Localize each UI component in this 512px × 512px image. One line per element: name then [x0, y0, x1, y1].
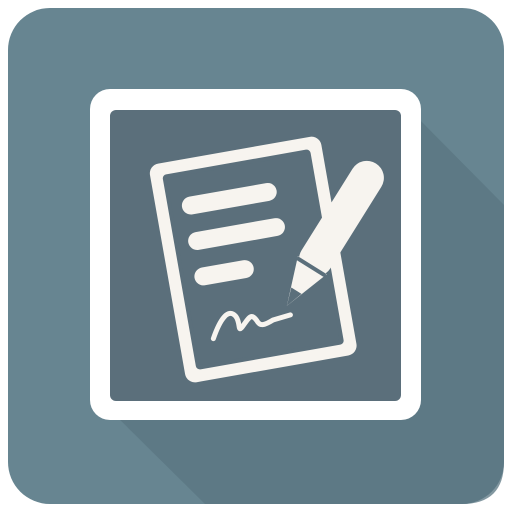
- icon-stage: [0, 0, 512, 512]
- document-signing-app-icon[interactable]: [0, 0, 512, 512]
